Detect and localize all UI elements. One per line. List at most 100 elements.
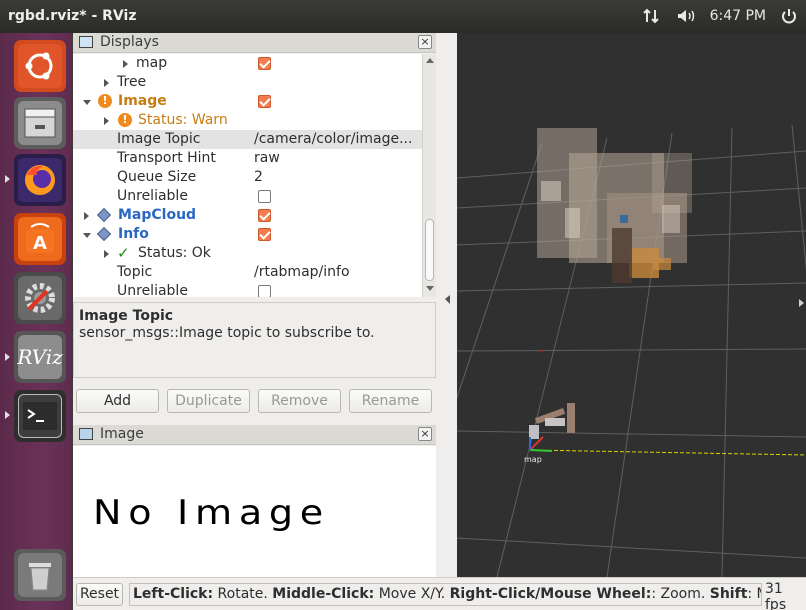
tree-row-topic[interactable]: Topic /rtabmap/info <box>73 263 422 282</box>
expand-arrow-icon[interactable] <box>104 79 109 87</box>
status-bar: Reset Left-Click: Rotate. Middle-Click: … <box>73 577 806 610</box>
row-label: Queue Size <box>117 169 197 185</box>
tree-row-info[interactable]: Info <box>73 225 422 244</box>
checkbox-info[interactable] <box>258 228 271 241</box>
tree-row-image[interactable]: ! Image <box>73 92 422 111</box>
files-icon[interactable] <box>14 97 66 149</box>
help-desc-1: Rotate. <box>213 586 273 602</box>
duplicate-button[interactable]: Duplicate <box>167 389 250 413</box>
display-diamond-icon <box>96 207 112 223</box>
scroll-down-icon[interactable] <box>426 286 434 291</box>
volume-icon[interactable] <box>676 7 696 25</box>
rename-button[interactable]: Rename <box>349 389 432 413</box>
svg-text:A: A <box>33 233 47 254</box>
tree-row-unreliable[interactable]: Unreliable <box>73 187 422 206</box>
row-label: Image <box>118 93 167 109</box>
scroll-thumb[interactable] <box>425 219 434 281</box>
tree-row-tree[interactable]: Tree <box>73 73 422 92</box>
no-image-message: No Image <box>93 493 330 533</box>
tree-row-status-ok[interactable]: ✓ Status: Ok <box>73 244 422 263</box>
collapse-arrow-icon[interactable] <box>83 233 91 238</box>
row-value[interactable]: /camera/color/image... <box>254 131 419 147</box>
expand-arrow-icon[interactable] <box>123 60 128 68</box>
help-desc-3: : Zoom. <box>651 586 710 602</box>
tree-row-mapcloud[interactable]: MapCloud <box>73 206 422 225</box>
help-key-1: Left-Click: <box>133 586 214 602</box>
tree-scrollbar[interactable] <box>422 54 436 297</box>
rviz-label: RViz <box>17 345 63 369</box>
row-label: Unreliable <box>117 283 188 297</box>
description-title: Image Topic <box>79 308 174 324</box>
clock[interactable]: 6:47 PM <box>710 8 766 24</box>
row-value[interactable]: /rtabmap/info <box>254 264 419 280</box>
close-icon[interactable]: × <box>418 427 432 441</box>
warning-icon: ! <box>118 113 132 127</box>
expand-arrow-icon[interactable] <box>104 117 109 125</box>
image-display: No Image <box>73 446 436 577</box>
add-button[interactable]: Add <box>76 389 159 413</box>
reset-button[interactable]: Reset <box>76 583 123 606</box>
tree-row-image-topic[interactable]: Image Topic /camera/color/image... <box>73 130 422 149</box>
row-label: Unreliable <box>117 188 188 204</box>
row-label: Info <box>118 226 149 242</box>
row-value[interactable]: 2 <box>254 169 419 185</box>
property-description: Image Topic sensor_msgs::Image topic to … <box>73 302 436 378</box>
splitter[interactable] <box>436 33 457 577</box>
help-text: Left-Click: Rotate. Middle-Click: Move X… <box>129 583 762 606</box>
power-icon[interactable] <box>780 7 800 25</box>
displays-tree: map Tree ! Image ! Status: Warn Image To… <box>73 54 422 297</box>
right-collapse-arrow-icon[interactable] <box>797 33 806 577</box>
scroll-up-icon[interactable] <box>426 58 434 63</box>
row-value[interactable]: raw <box>254 150 419 166</box>
close-icon[interactable]: × <box>418 35 432 49</box>
left-dock: Displays × map Tree ! Image ! Status: Wa… <box>73 33 436 577</box>
remove-button[interactable]: Remove <box>258 389 341 413</box>
software-center-icon[interactable]: A <box>14 213 66 265</box>
help-key-2: Middle-Click: <box>272 586 375 602</box>
launcher: A RViz <box>0 33 71 610</box>
collapse-arrow-icon[interactable] <box>83 100 91 105</box>
trash-icon[interactable] <box>14 549 66 601</box>
checkbox-mapcloud[interactable] <box>258 209 271 222</box>
system-tray: 6:47 PM <box>642 7 800 25</box>
expand-arrow-icon[interactable] <box>84 212 89 220</box>
map-frame-axes: map <box>524 436 806 464</box>
image-panel-header: Image × <box>73 425 436 445</box>
image-panel-title: Image <box>100 426 144 442</box>
firefox-icon[interactable] <box>14 154 66 206</box>
image-icon <box>79 428 93 440</box>
checkbox-map[interactable] <box>258 57 271 70</box>
terminal-icon[interactable] <box>14 390 66 442</box>
warning-icon: ! <box>98 94 112 108</box>
monitor-icon <box>79 36 93 48</box>
screen: { "window": { "title": "rgbd.rviz* - RVi… <box>0 0 806 610</box>
row-label: map <box>136 55 168 71</box>
tree-row-status-warn[interactable]: ! Status: Warn <box>73 111 422 130</box>
row-label: Status: Ok <box>138 245 211 261</box>
tree-row-unreliable-2[interactable]: Unreliable <box>73 282 422 297</box>
expand-arrow-icon[interactable] <box>104 250 109 258</box>
rviz-icon[interactable]: RViz <box>14 331 66 383</box>
settings-icon[interactable] <box>14 272 66 324</box>
row-label: Transport Hint <box>117 150 216 166</box>
window-title: rgbd.rviz* - RViz <box>8 8 137 24</box>
checkmark-icon: ✓ <box>117 244 130 262</box>
help-desc-2: Move X/Y. <box>374 586 450 602</box>
displays-title: Displays <box>100 34 159 50</box>
tree-row-queue-size[interactable]: Queue Size 2 <box>73 168 422 187</box>
render-viewport[interactable]: map <box>457 33 806 577</box>
row-label: Tree <box>117 74 147 90</box>
checkbox-unreliable[interactable] <box>258 190 271 203</box>
tree-row-transport-hint[interactable]: Transport Hint raw <box>73 149 422 168</box>
ubuntu-icon[interactable] <box>14 40 66 92</box>
checkbox-image[interactable] <box>258 95 271 108</box>
tree-row-map[interactable]: map <box>73 54 422 73</box>
display-diamond-icon <box>96 226 112 242</box>
displays-header: Displays × <box>73 33 436 53</box>
top-panel: rgbd.rviz* - RViz 6:47 PM <box>0 0 806 33</box>
checkbox-unreliable-2[interactable] <box>258 285 271 297</box>
row-label: MapCloud <box>118 207 197 223</box>
row-label: Status: Warn <box>138 112 228 128</box>
description-text: sensor_msgs::Image topic to subscribe to… <box>79 325 375 341</box>
network-arrows-icon[interactable] <box>642 7 662 25</box>
